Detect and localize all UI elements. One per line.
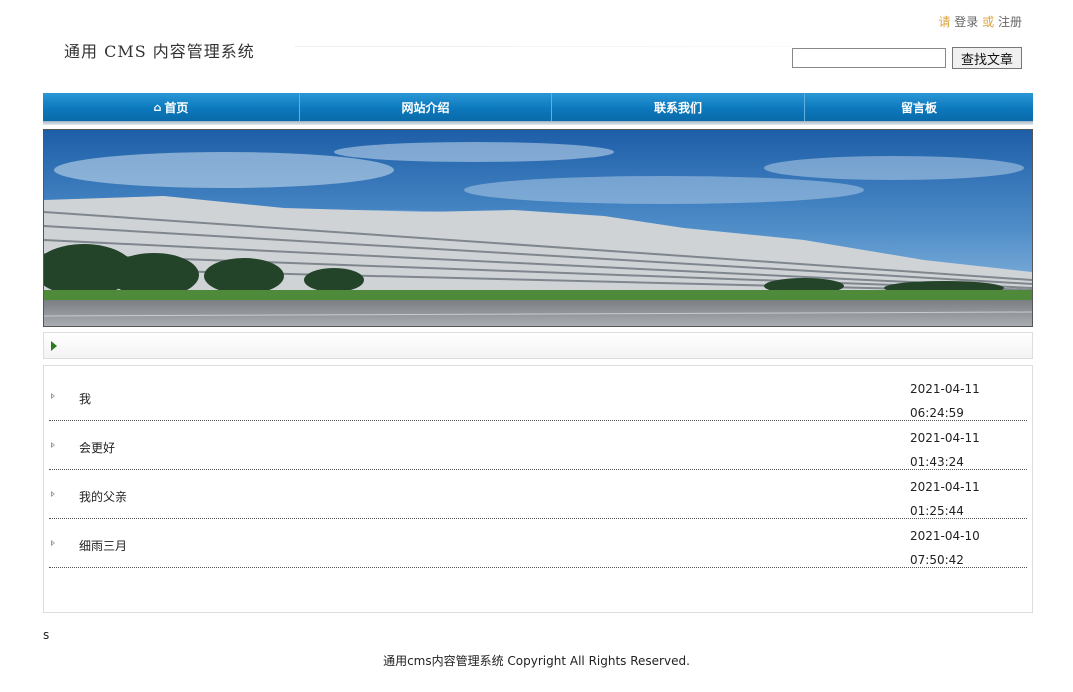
auth-links: 请 登录 或 注册: [938, 13, 1022, 30]
breadcrumb-bar: [43, 332, 1033, 359]
footer-copyright: 通用cms内容管理系统 Copyright All Rights Reserve…: [383, 654, 690, 668]
triangle-right-icon: [51, 341, 57, 351]
article-datetime: 2021-04-11 01:43:24: [910, 426, 980, 474]
search-input[interactable]: [792, 48, 946, 68]
article-list: 我 2021-04-11 06:24:59 会更好 2021-04-11 01:…: [43, 365, 1033, 613]
nav-shadow: [43, 121, 1033, 125]
article-title-link[interactable]: 我的父亲: [79, 488, 127, 505]
list-item: 会更好 2021-04-11 01:43:24: [49, 420, 1027, 470]
or-text: 或: [982, 15, 995, 29]
article-time: 07:50:42: [910, 553, 964, 567]
bullet-icon: [51, 393, 55, 399]
list-item: 我的父亲 2021-04-11 01:25:44: [49, 469, 1027, 519]
stray-text: s: [43, 628, 50, 642]
banner-image: [43, 129, 1033, 327]
article-date: 2021-04-10: [910, 529, 980, 543]
nav-item-label: 联系我们: [653, 100, 702, 115]
nav-item-label: 首页: [164, 100, 189, 115]
home-icon: ⌂: [153, 100, 162, 114]
bullet-icon: [51, 540, 55, 546]
article-datetime: 2021-04-11 01:25:44: [910, 475, 980, 523]
login-link[interactable]: 登录: [954, 15, 978, 29]
list-item: 细雨三月 2021-04-10 07:50:42: [49, 518, 1027, 568]
nav-item-about[interactable]: 网站介绍: [300, 93, 552, 121]
nav-item-label: 留言板: [900, 100, 937, 115]
site-title: 通用 CMS 内容管理系统: [64, 42, 255, 61]
please-text: 请: [938, 15, 951, 29]
nav-item-label: 网站介绍: [401, 100, 450, 115]
list-item: 我 2021-04-11 06:24:59: [49, 371, 1027, 421]
bullet-icon: [51, 442, 55, 448]
article-title-link[interactable]: 会更好: [79, 439, 115, 456]
search-button[interactable]: 查找文章: [952, 47, 1022, 69]
article-datetime: 2021-04-10 07:50:42: [910, 524, 980, 572]
nav-item-contact[interactable]: 联系我们: [552, 93, 805, 121]
title-divider: [295, 46, 795, 47]
register-link[interactable]: 注册: [998, 15, 1022, 29]
article-datetime: 2021-04-11 06:24:59: [910, 377, 980, 425]
article-date: 2021-04-11: [910, 480, 980, 494]
article-date: 2021-04-11: [910, 382, 980, 396]
bullet-icon: [51, 491, 55, 497]
article-title-link[interactable]: 我: [79, 390, 91, 407]
nav-item-guestbook[interactable]: 留言板: [805, 93, 1033, 121]
article-date: 2021-04-11: [910, 431, 980, 445]
nav-item-home[interactable]: ⌂ 首页: [43, 93, 300, 121]
main-nav: ⌂ 首页 网站介绍 联系我们 留言板: [43, 93, 1033, 121]
article-title-link[interactable]: 细雨三月: [79, 537, 127, 554]
